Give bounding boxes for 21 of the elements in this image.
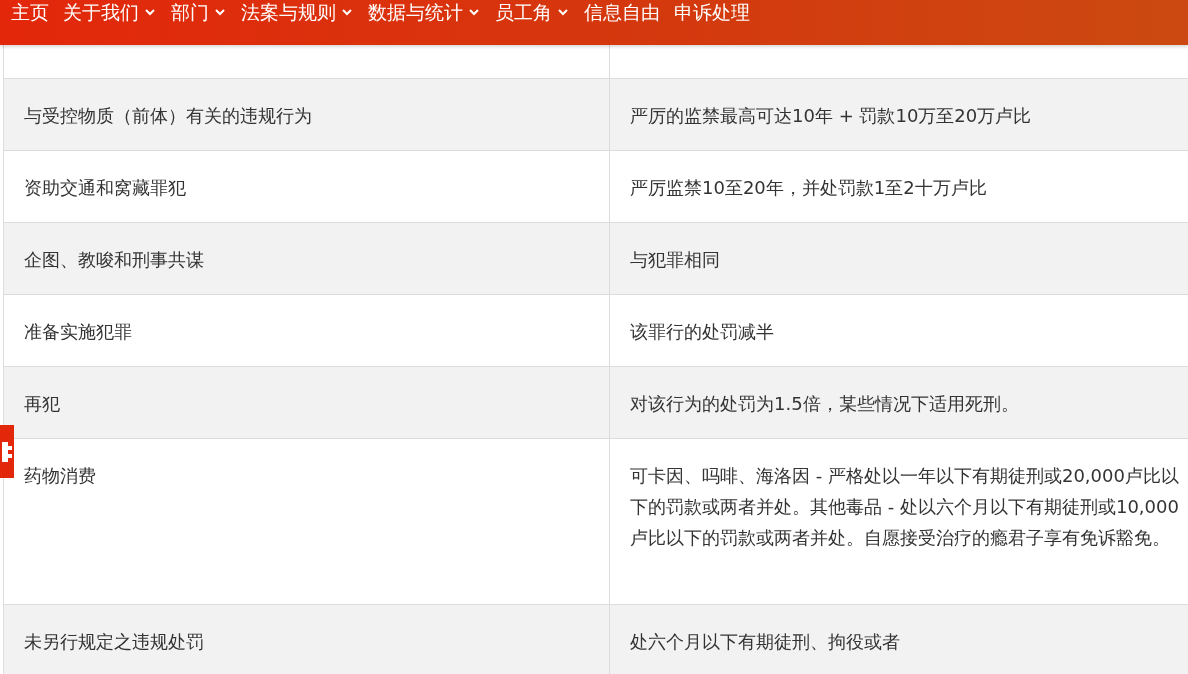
nav-link[interactable]: 数据与统计 [361, 1, 488, 23]
side-tab[interactable] [0, 425, 14, 478]
table-cell-text: 该罪行的处罚减半 [629, 320, 775, 344]
nav-link[interactable]: 主页 [4, 1, 56, 23]
table-cell-text: 对该行为的处罚为1.5倍，某些情况下适用死刑。 [629, 392, 1020, 416]
nav-link[interactable]: 法案与规则 [234, 1, 361, 23]
table-cell-text: 与犯罪相同 [629, 248, 721, 272]
nav-link[interactable]: 员工角 [488, 1, 577, 23]
table-cell-text: 可卡因、吗啡、海洛因 - 严格处以一年以下有期徒刑或20,000卢比以下的罚款或两者并处。其他毒品 - 处以六个月以下有期徒刑或10,000卢比以下的罚款或两者并处。自愿接受治疗的瘾君子享有免诉豁免。 [629, 464, 1180, 550]
table-cell: 资助交通和窝藏罪犯 [4, 151, 610, 222]
nav-link[interactable]: 关于我们 [56, 1, 164, 23]
table-cell: 未另行规定之违规处罚 [4, 605, 610, 674]
nav-link[interactable]: 申诉处理 [667, 1, 757, 23]
table-cell-text: 严厉的监禁最高可达10年 + 罚款10万至20万卢比 [629, 104, 1033, 128]
table-cell: 准备实施犯罪 [4, 295, 610, 366]
table-cell-text: 严厉监禁10至20年，并处罚款1至2十万卢比 [629, 176, 988, 200]
table-cell: 企图、教唆和刑事共谋 [4, 223, 610, 294]
nav-link[interactable]: 部门 [164, 1, 234, 23]
table-cell: 与受控物质（前体）有关的违规行为 [4, 79, 610, 150]
nav-link[interactable]: 信息自由 [577, 1, 667, 23]
table-cell-text: 处六个月以下有期徒刑、拘役或者 [629, 630, 901, 654]
